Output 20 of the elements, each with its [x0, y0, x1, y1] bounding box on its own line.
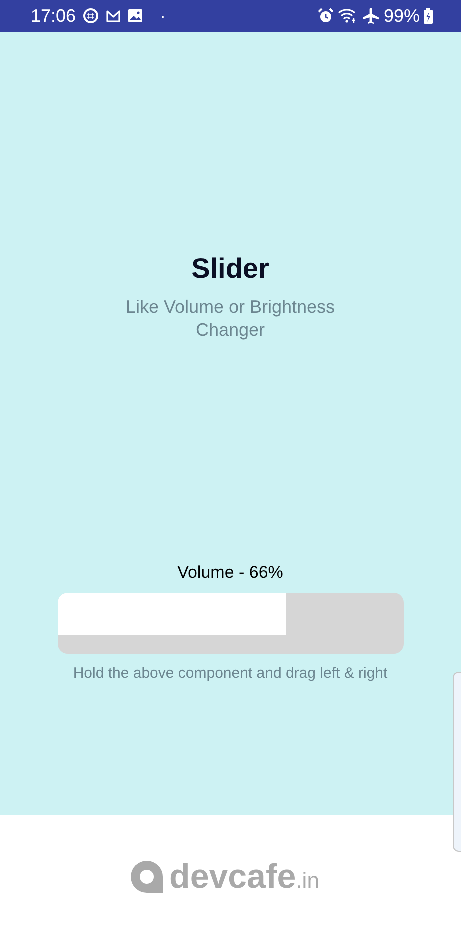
slider-hint: Hold the above component and drag left & right	[73, 664, 388, 684]
slider-track[interactable]	[58, 593, 404, 654]
page-title: Slider	[192, 252, 270, 286]
battery-percentage: 99%	[384, 6, 420, 26]
wifi-icon	[338, 8, 358, 24]
slider-fill[interactable]	[58, 593, 286, 635]
page-subtitle: Like Volume or Brightness Changer	[124, 296, 336, 342]
logo-text: devcafe	[170, 857, 296, 897]
circle-icon	[83, 8, 100, 24]
image-icon	[128, 9, 144, 23]
clock-time: 17:06	[31, 6, 76, 26]
logo-icon	[130, 860, 165, 894]
battery-charging-icon	[424, 8, 433, 24]
notification-dot: ·	[160, 6, 166, 26]
logo-suffix: .in	[296, 868, 320, 894]
alarm-icon	[318, 8, 334, 24]
airplane-icon	[362, 7, 380, 25]
volume-label: Volume - 66%	[178, 562, 284, 584]
mail-icon	[106, 10, 122, 22]
edge-panel-handle[interactable]	[453, 672, 461, 852]
